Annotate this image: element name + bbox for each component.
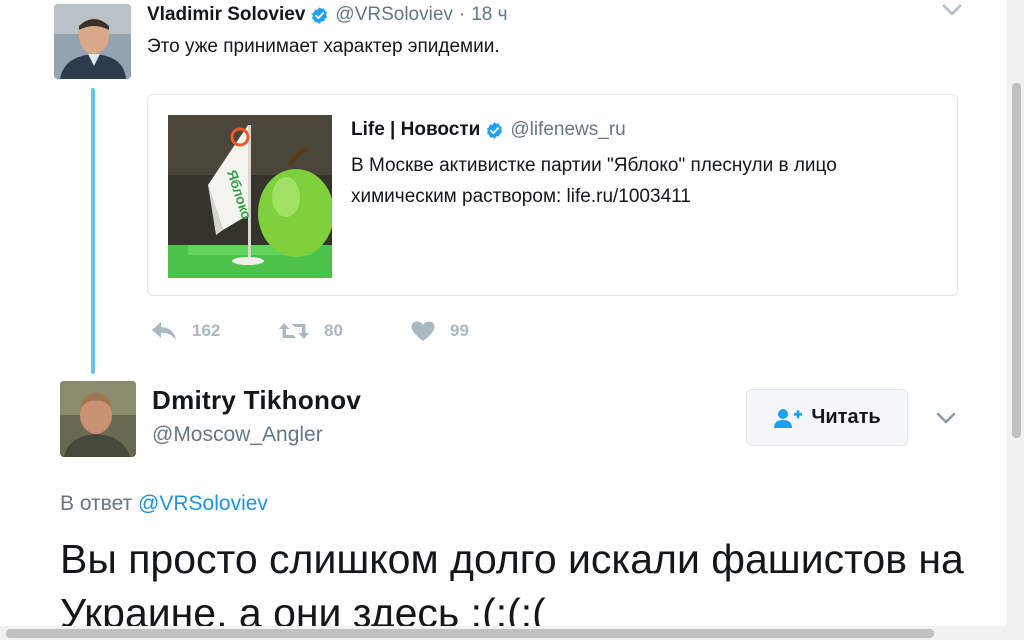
thread-connector-line bbox=[91, 88, 95, 374]
reply-author-name[interactable]: Dmitry Tikhonov bbox=[152, 385, 361, 415]
follow-button[interactable]: Читать bbox=[746, 389, 908, 446]
in-reply-to: В ответ @VRSoloviev bbox=[60, 490, 268, 518]
like-count: 99 bbox=[450, 321, 469, 340]
reply-button[interactable]: 162 bbox=[150, 320, 278, 342]
chevron-down-icon[interactable] bbox=[941, 2, 963, 18]
retweet-icon bbox=[279, 323, 309, 339]
reply-author-handle[interactable]: @Moscow_Angler bbox=[152, 421, 323, 449]
in-reply-handle-link[interactable]: @VRSoloviev bbox=[138, 492, 268, 515]
verified-badge-icon bbox=[487, 121, 503, 139]
quoted-author-name[interactable]: Life | Новости bbox=[351, 117, 480, 143]
heart-icon bbox=[411, 321, 435, 341]
reply-icon bbox=[152, 322, 176, 340]
avatar-vladimir-soloviev[interactable] bbox=[54, 4, 131, 79]
reply-tweet-text: Вы просто слишком долго искали фашистов … bbox=[60, 536, 964, 636]
quoted-author-handle[interactable]: @lifenews_ru bbox=[510, 117, 625, 143]
avatar-dmitry-tikhonov[interactable] bbox=[60, 381, 136, 457]
retweet-count: 80 bbox=[324, 321, 343, 340]
in-reply-prefix: В ответ bbox=[60, 492, 133, 515]
tweet-header: Vladimir Soloviev @VRSoloviev · 18 ч bbox=[147, 2, 508, 28]
tweet-text: Это уже принимает характер эпидемии. bbox=[147, 36, 500, 57]
quoted-tweet-image[interactable]: Яблоко bbox=[168, 115, 332, 278]
reply-count: 162 bbox=[192, 321, 221, 340]
verified-badge-icon bbox=[312, 6, 328, 24]
quoted-tweet-header: Life | Новости @lifenews_ru bbox=[351, 117, 626, 143]
tweet-actions: 162 80 99 bbox=[150, 316, 490, 346]
add-user-icon bbox=[774, 408, 803, 428]
follow-button-label: Читать bbox=[811, 406, 881, 428]
quoted-tweet-card[interactable]: Яблоко Life | Новости @lifenews_ru В Мос… bbox=[147, 94, 958, 296]
quoted-tweet-text: В Москве активистке партии "Яблоко" плес… bbox=[351, 155, 837, 207]
like-button[interactable]: 99 bbox=[410, 320, 490, 342]
chevron-down-icon[interactable] bbox=[935, 410, 957, 426]
author-handle[interactable]: @VRSoloviev bbox=[335, 2, 453, 28]
tweet-timestamp[interactable]: 18 ч bbox=[471, 2, 507, 28]
retweet-button[interactable]: 80 bbox=[278, 320, 410, 342]
horizontal-scrollbar-thumb[interactable] bbox=[6, 629, 934, 638]
author-name[interactable]: Vladimir Soloviev bbox=[147, 2, 305, 28]
separator: · bbox=[458, 4, 466, 25]
vertical-scrollbar-thumb[interactable] bbox=[1012, 83, 1021, 438]
